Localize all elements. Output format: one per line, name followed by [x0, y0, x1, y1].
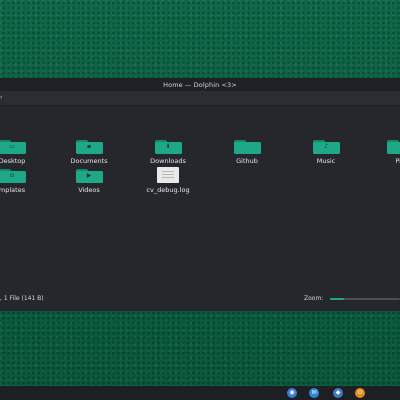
item-label: Desktop — [0, 157, 26, 165]
text-file-icon — [157, 167, 179, 183]
zoom-slider-fill — [330, 298, 344, 300]
item-label: Github — [236, 157, 258, 165]
zoom-label: Zoom: — [304, 295, 324, 302]
item-label: Videos — [78, 186, 100, 194]
network-icon[interactable]: ◉ — [287, 388, 297, 398]
status-bar: , 1 File (141 B) Zoom: — [0, 287, 400, 311]
mail-icon[interactable]: ◆ — [333, 388, 343, 398]
file-view: ▭ Desktop ▪ Documents ⬇ Downloads Github… — [0, 106, 400, 286]
videos-folder-icon: ▶ — [75, 169, 103, 183]
dolphin-window: Home — Dolphin <3> › ▭ Desktop ▪ Documen… — [0, 78, 400, 311]
item-label: Music — [316, 157, 336, 165]
taskbar: ◉ ✉ ◆ ⏻ — [0, 386, 400, 400]
folder-github[interactable]: Github — [217, 140, 277, 165]
title-bar[interactable]: Home — Dolphin <3> — [0, 79, 400, 91]
item-label: Downloads — [150, 157, 186, 165]
folder-downloads[interactable]: ⬇ Downloads — [138, 140, 198, 165]
zoom-slider[interactable] — [330, 298, 400, 300]
chat-icon[interactable]: ✉ — [309, 388, 319, 398]
github-folder-icon — [233, 140, 261, 154]
file-cv-debug-log[interactable]: cv_debug.log — [138, 167, 198, 194]
music-folder-icon: ♪ — [312, 140, 340, 154]
item-label: Pic — [395, 157, 400, 165]
item-label: cv_debug.log — [146, 186, 190, 194]
item-label: mplates — [0, 186, 26, 194]
folder-videos[interactable]: ▶ Videos — [59, 169, 119, 194]
folder-documents[interactable]: ▪ Documents — [59, 140, 119, 165]
power-icon[interactable]: ⏻ — [355, 388, 365, 398]
folder-templates[interactable]: ⊙ mplates — [0, 169, 42, 194]
downloads-folder-icon: ⬇ — [154, 140, 182, 154]
status-summary: , 1 File (141 B) — [0, 295, 44, 302]
window-title: Home — Dolphin <3> — [163, 81, 237, 89]
folder-music[interactable]: ♪ Music — [296, 140, 356, 165]
folder-pictures[interactable]: Pic — [370, 140, 400, 165]
toolbar: › — [0, 91, 400, 106]
documents-folder-icon: ▪ — [75, 140, 103, 154]
desktop-folder-icon: ▭ — [0, 140, 26, 154]
item-label: Documents — [70, 157, 108, 165]
folder-desktop[interactable]: ▭ Desktop — [0, 140, 42, 165]
templates-folder-icon: ⊙ — [0, 169, 26, 183]
back-icon[interactable]: › — [0, 94, 8, 102]
pictures-folder-icon — [386, 140, 400, 154]
